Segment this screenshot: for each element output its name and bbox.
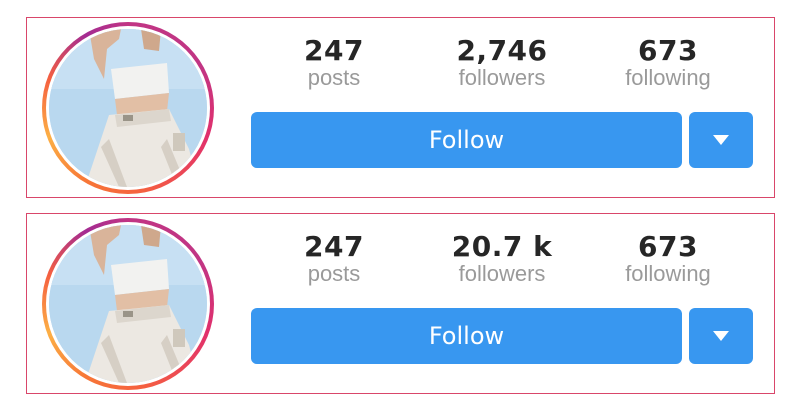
follow-button[interactable]: Follow: [251, 112, 682, 168]
posts-stat[interactable]: 247 posts: [269, 230, 399, 286]
following-count: 673: [638, 34, 698, 67]
profile-avatar: [49, 29, 207, 187]
story-ring[interactable]: [42, 22, 214, 194]
profile-header-card: 247 posts 20.7 k followers 673 following…: [26, 213, 775, 394]
profile-header-card: 247 posts 2,746 followers 673 following …: [26, 17, 775, 198]
posts-label: posts: [307, 65, 361, 90]
following-stat[interactable]: 673 following: [603, 230, 733, 286]
suggestions-dropdown-button[interactable]: [689, 112, 753, 168]
followers-count: 2,746: [456, 34, 548, 67]
followers-stat[interactable]: 2,746 followers: [437, 34, 567, 90]
posts-stat[interactable]: 247 posts: [269, 34, 399, 90]
story-ring[interactable]: [42, 218, 214, 390]
follow-button[interactable]: Follow: [251, 308, 682, 364]
chevron-down-icon: [713, 331, 729, 341]
suggestions-dropdown-button[interactable]: [689, 308, 753, 364]
followers-stat[interactable]: 20.7 k followers: [437, 230, 567, 286]
followers-label: followers: [458, 261, 546, 286]
followers-label: followers: [458, 65, 546, 90]
followers-count: 20.7 k: [451, 230, 553, 263]
following-label: following: [625, 65, 711, 90]
following-label: following: [625, 261, 711, 286]
posts-count: 247: [304, 230, 364, 263]
profile-avatar: [49, 225, 207, 383]
chevron-down-icon: [713, 135, 729, 145]
following-stat[interactable]: 673 following: [603, 34, 733, 90]
following-count: 673: [638, 230, 698, 263]
posts-label: posts: [307, 261, 361, 286]
posts-count: 247: [304, 34, 364, 67]
